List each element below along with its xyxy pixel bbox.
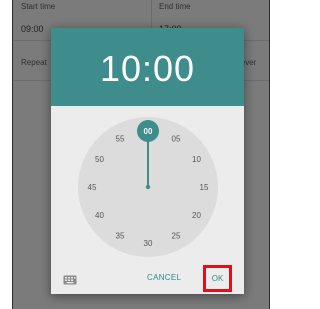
selected-time[interactable]: 10:00 (51, 48, 244, 90)
start-time-value[interactable]: 09:00 (21, 24, 44, 34)
clock-center-dot (145, 184, 151, 190)
dialog-header: 10:00 (51, 28, 244, 106)
clock-number-40[interactable]: 40 (95, 211, 104, 220)
clock-number-45[interactable]: 45 (88, 183, 97, 192)
clock-number-20[interactable]: 20 (192, 211, 201, 220)
dialog-actions: CANCEL OK (51, 264, 244, 294)
clock-face[interactable]: 00 05 10 15 20 25 30 35 40 45 50 55 (77, 116, 219, 258)
clock-number-25[interactable]: 25 (172, 232, 181, 241)
repeat-label: Repeat (21, 58, 47, 67)
clock-number-05[interactable]: 05 (172, 135, 181, 144)
clock-number-35[interactable]: 35 (116, 232, 125, 241)
clock-number-55[interactable]: 55 (116, 135, 125, 144)
clock-number-30[interactable]: 30 (144, 239, 153, 248)
cancel-button[interactable]: CANCEL (147, 273, 181, 282)
clock-number-50[interactable]: 50 (95, 155, 104, 164)
end-time-label: End time (159, 2, 191, 11)
ok-button[interactable]: OK (203, 265, 232, 292)
start-time-label: Start time (21, 2, 56, 11)
clock-number-10[interactable]: 10 (192, 155, 201, 164)
clock-number-00[interactable]: 00 (144, 127, 153, 136)
keyboard-icon[interactable] (63, 275, 77, 285)
time-picker-dialog: 10:00 00 05 10 15 20 25 30 35 40 45 50 55 CANCEL (51, 28, 244, 294)
screen: Start time 09:00 End time 17:00 Repeat N… (0, 0, 279, 309)
clock-number-15[interactable]: 15 (200, 183, 209, 192)
